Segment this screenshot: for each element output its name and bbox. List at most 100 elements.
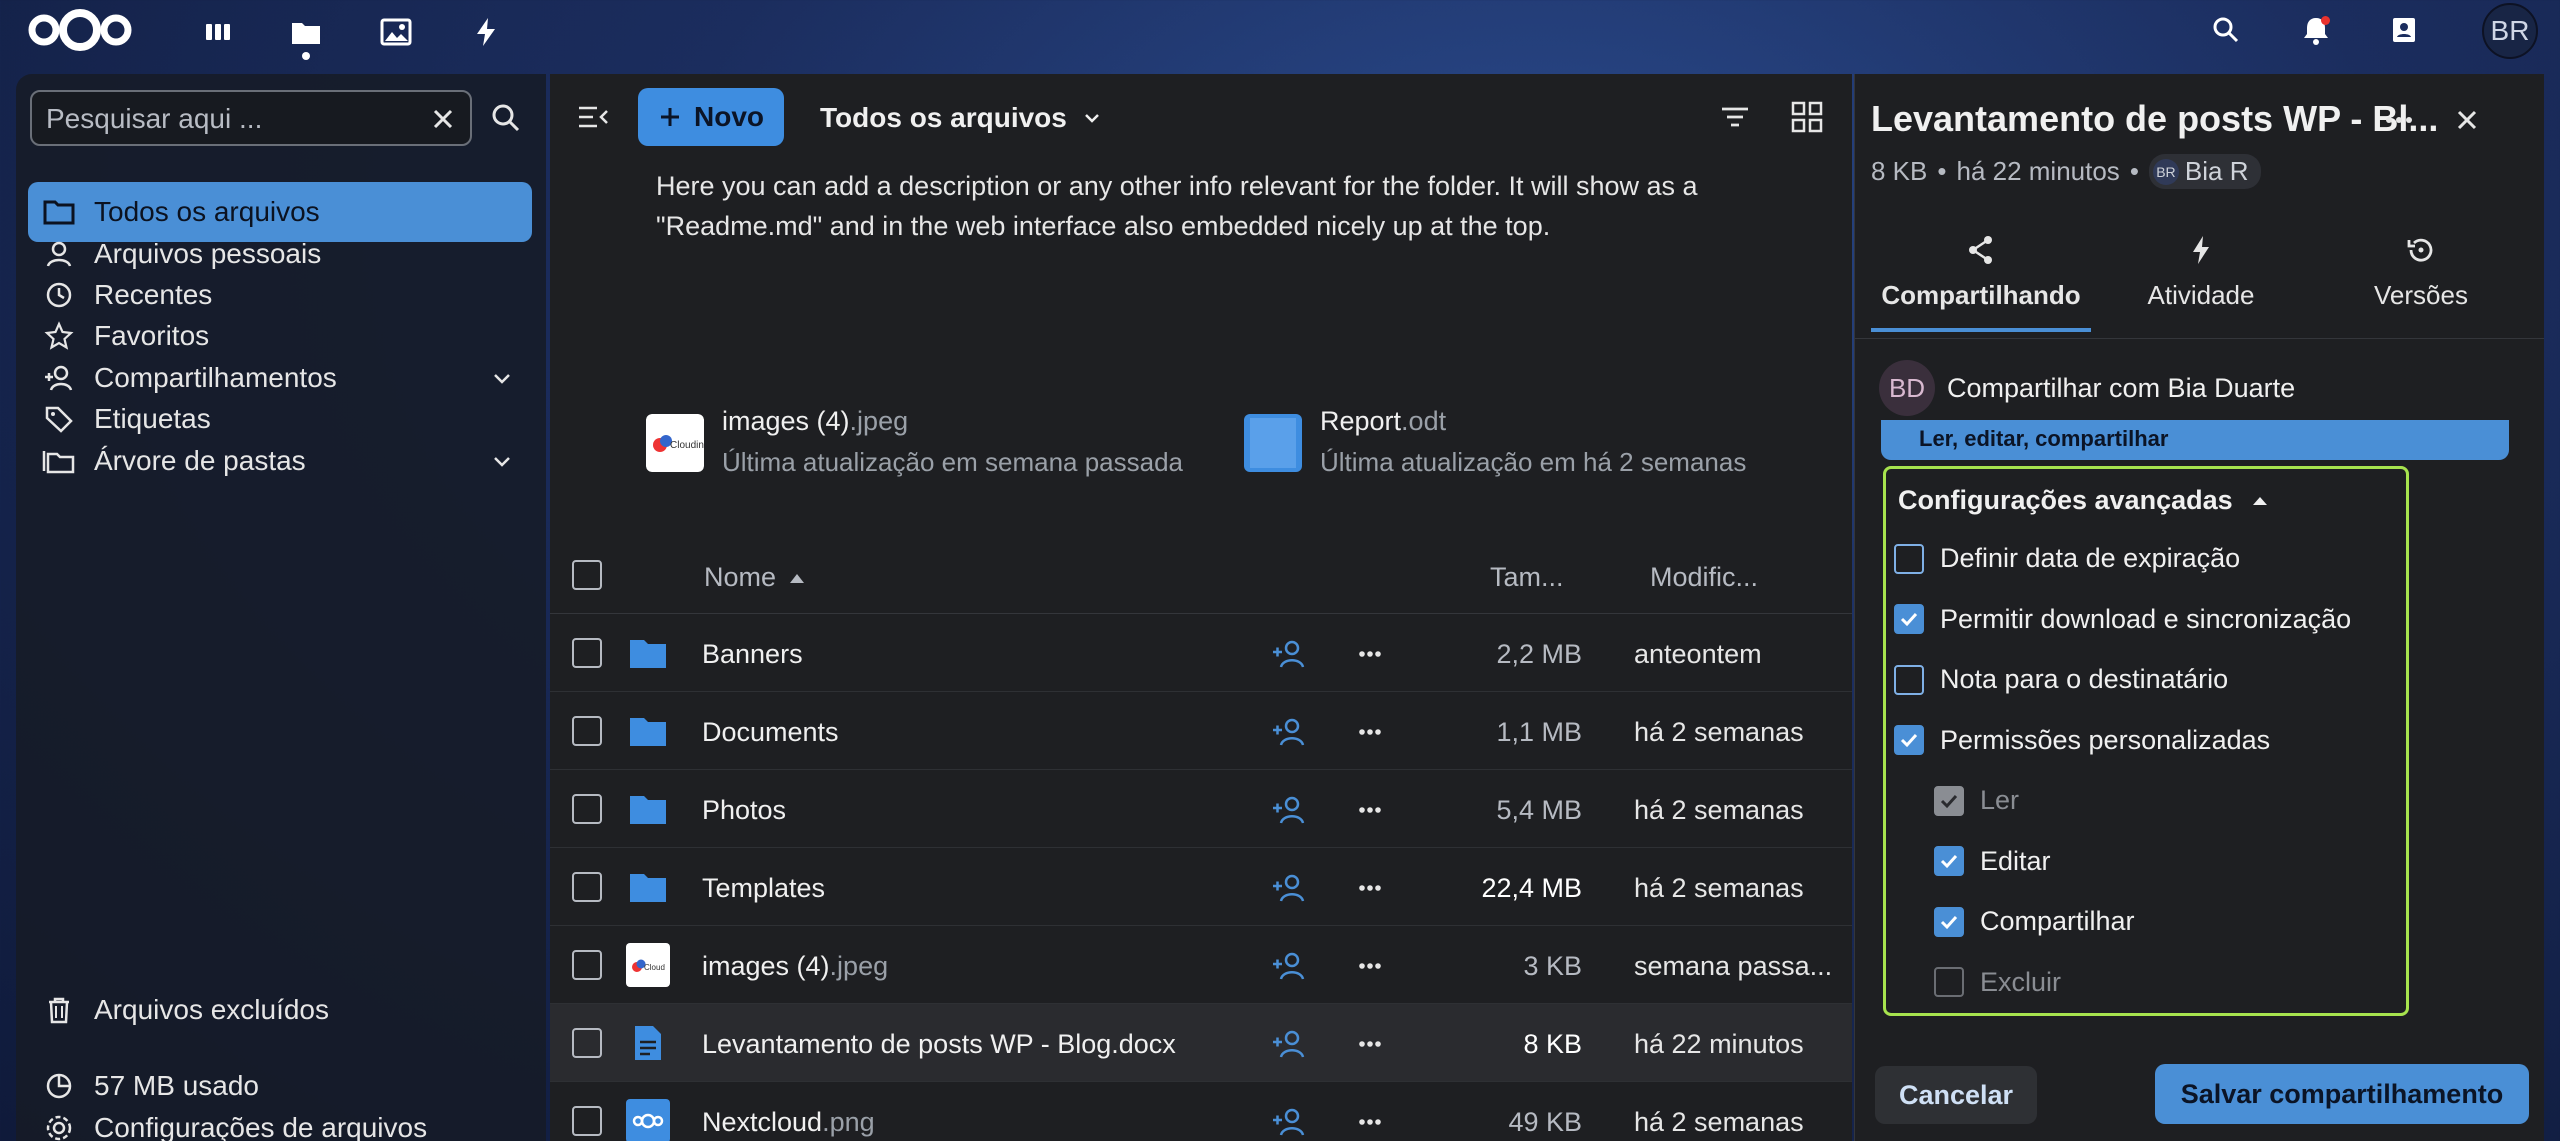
- tab-sharing[interactable]: Compartilhando: [1871, 230, 2091, 324]
- file-name[interactable]: Photos: [702, 795, 786, 826]
- share-user-icon[interactable]: [1270, 946, 1310, 986]
- file-list-panel: Novo Todos os arquivos Here you can add …: [550, 74, 1852, 1141]
- share-user-icon[interactable]: [1270, 868, 1310, 908]
- activity-icon[interactable]: [466, 12, 506, 52]
- file-name[interactable]: Levantamento de posts WP - Blog.docx: [702, 1029, 1176, 1060]
- contacts-icon[interactable]: [2384, 10, 2424, 50]
- option-checkbox[interactable]: Definir data de expiração: [1894, 543, 2240, 574]
- row-checkbox[interactable]: [572, 950, 602, 980]
- checkmark-icon: [1900, 733, 1918, 748]
- nav-file-settings[interactable]: Configurações de arquivos: [28, 1098, 532, 1141]
- nextcloud-logo[interactable]: [24, 8, 136, 52]
- recent-file-card[interactable]: Cloudin images (4).jpeg Última atualizaç…: [646, 406, 1183, 486]
- more-actions-icon[interactable]: [1350, 870, 1390, 906]
- file-modified: há 2 semanas: [1634, 795, 1804, 825]
- share-user-icon[interactable]: [1270, 634, 1310, 674]
- nextcloud-thumbnail: [626, 1099, 670, 1141]
- more-actions-icon[interactable]: [1350, 1104, 1390, 1140]
- column-modified[interactable]: Modific...: [1650, 562, 1758, 593]
- table-row[interactable]: Photos 5,4 MB há 2 semanas: [550, 770, 1852, 848]
- owner-badge[interactable]: BR Bia R: [2148, 154, 2261, 189]
- permission-checkbox[interactable]: Editar: [1934, 846, 2051, 877]
- clear-icon[interactable]: [428, 104, 458, 134]
- search-input[interactable]: [46, 102, 406, 136]
- row-checkbox[interactable]: [572, 794, 602, 824]
- cancel-button[interactable]: Cancelar: [1875, 1066, 2037, 1124]
- more-actions-icon[interactable]: [1350, 1026, 1390, 1062]
- sort-by-name[interactable]: Nome: [704, 562, 806, 593]
- save-share-button[interactable]: Salvar compartilhamento: [2155, 1064, 2529, 1124]
- file-size: 2,2 MB: [1496, 639, 1582, 669]
- column-size[interactable]: Tam...: [1490, 562, 1564, 593]
- checkbox[interactable]: [1894, 604, 1924, 634]
- user-avatar[interactable]: BR: [2482, 3, 2538, 59]
- table-row[interactable]: Nextcloud.png 49 KB há 2 semanas: [550, 1082, 1852, 1141]
- row-checkbox[interactable]: [572, 638, 602, 668]
- share-user-icon[interactable]: [1270, 1024, 1310, 1064]
- tab-activity[interactable]: Atividade: [2111, 230, 2291, 324]
- table-row[interactable]: Cloud images (4).jpeg 3 KB semana passa...: [550, 926, 1852, 1004]
- notifications-icon[interactable]: [2296, 10, 2336, 50]
- photos-icon[interactable]: [376, 12, 416, 52]
- table-row[interactable]: Levantamento de posts WP - Blog.docx 8 KB…: [550, 1004, 1852, 1082]
- option-label: Nota para o destinatário: [1940, 664, 2229, 694]
- checkbox[interactable]: [1894, 725, 1924, 755]
- sidebar-title: Levantamento de posts WP - Bl...: [1871, 98, 2439, 139]
- recent-file-card[interactable]: Report.odt Última atualização em há 2 se…: [1244, 406, 1746, 486]
- plus-icon: [661, 108, 679, 126]
- search-field[interactable]: [30, 90, 472, 146]
- more-actions-icon[interactable]: [1350, 792, 1390, 828]
- table-row[interactable]: Templates 22,4 MB há 2 semanas: [550, 848, 1852, 926]
- option-checkbox[interactable]: Permissões personalizadas: [1894, 725, 2270, 756]
- nav-deleted-files[interactable]: Arquivos excluídos: [28, 980, 532, 1040]
- breadcrumb[interactable]: Todos os arquivos: [820, 102, 1103, 134]
- row-checkbox[interactable]: [572, 872, 602, 902]
- checkbox[interactable]: [1934, 846, 1964, 876]
- checkbox[interactable]: [1894, 664, 1924, 695]
- permission-dropdown[interactable]: Ler, editar, compartilhar: [1881, 420, 2509, 460]
- grid-view-icon[interactable]: [1790, 100, 1824, 134]
- file-name[interactable]: Banners: [702, 639, 803, 670]
- file-meta: 8 KB • há 22 minutos • BR Bia R: [1871, 154, 2261, 189]
- permission-label: Compartilhar: [1980, 906, 2135, 936]
- close-icon[interactable]: [2447, 100, 2487, 140]
- more-options-icon[interactable]: [2379, 100, 2419, 140]
- tab-versions[interactable]: Versões: [2331, 230, 2511, 324]
- option-checkbox[interactable]: Permitir download e sincronização: [1894, 604, 2351, 635]
- share-user-icon[interactable]: [1270, 712, 1310, 752]
- more-actions-icon[interactable]: [1350, 714, 1390, 750]
- nav-folder-tree[interactable]: Árvore de pastas: [28, 431, 532, 491]
- share-user-icon[interactable]: [1270, 1102, 1310, 1141]
- chevron-down-icon[interactable]: [488, 447, 516, 475]
- more-actions-icon[interactable]: [1350, 948, 1390, 984]
- file-size: 8 KB: [1523, 1029, 1582, 1059]
- checkbox[interactable]: [1894, 543, 1924, 574]
- share-user-icon[interactable]: [1270, 790, 1310, 830]
- select-all-checkbox[interactable]: [572, 560, 602, 590]
- svg-text:Cloud: Cloud: [644, 963, 665, 972]
- search-submit-icon[interactable]: [486, 98, 526, 138]
- option-checkbox[interactable]: Nota para o destinatário: [1894, 664, 2228, 695]
- toggle-sidebar-icon[interactable]: [576, 102, 610, 132]
- more-actions-icon[interactable]: [1350, 636, 1390, 672]
- advanced-settings-toggle[interactable]: Configurações avançadas: [1898, 485, 2269, 516]
- files-icon[interactable]: [286, 12, 326, 60]
- file-name[interactable]: Nextcloud.png: [702, 1107, 875, 1138]
- filter-icon[interactable]: [1718, 102, 1752, 132]
- file-name[interactable]: Documents: [702, 717, 839, 748]
- row-checkbox[interactable]: [572, 716, 602, 746]
- file-modified: há 22 minutos: [1634, 1029, 1804, 1059]
- row-checkbox[interactable]: [572, 1028, 602, 1058]
- search-icon[interactable]: [2206, 10, 2246, 50]
- permission-checkbox[interactable]: Compartilhar: [1934, 906, 2135, 937]
- file-name[interactable]: Templates: [702, 873, 825, 904]
- chevron-down-icon[interactable]: [488, 364, 516, 392]
- dashboard-icon[interactable]: [198, 12, 238, 52]
- table-row[interactable]: Documents 1,1 MB há 2 semanas: [550, 692, 1852, 770]
- file-name[interactable]: images (4).jpeg: [702, 951, 888, 982]
- recent-file-updated: Última atualização em há 2 semanas: [1320, 447, 1747, 477]
- row-checkbox[interactable]: [572, 1106, 602, 1136]
- new-button[interactable]: Novo: [638, 88, 784, 146]
- table-row[interactable]: Banners 2,2 MB anteontem: [550, 614, 1852, 692]
- checkbox[interactable]: [1934, 906, 1964, 937]
